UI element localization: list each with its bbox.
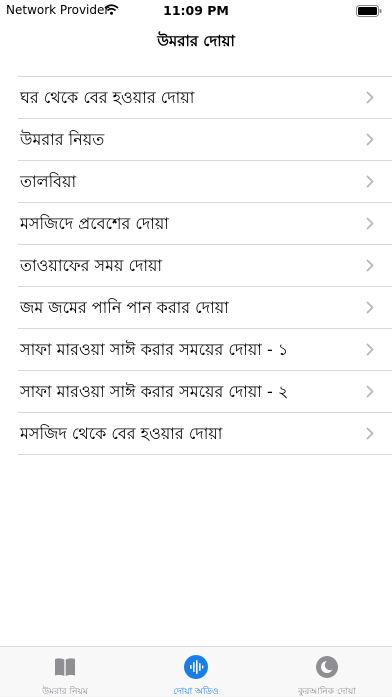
- dua-list: ঘর থেকে বের হওয়ার দোয়া উমরার নিয়ত তাল…: [18, 76, 392, 455]
- crescent-moon-icon: [316, 656, 338, 678]
- chevron-right-icon: [366, 175, 374, 188]
- list-item-label: সাফা মারওয়া সাঈ করার সময়ের দোয়া - ১: [20, 340, 289, 359]
- list-item-label: মসজিদে প্রবেশের দোয়া: [20, 214, 169, 233]
- chevron-right-icon: [366, 133, 374, 146]
- tab-dua-audio[interactable]: দোয়া অডিও: [131, 647, 261, 697]
- status-bar: Network Provider 11:09 PM: [0, 0, 392, 22]
- list-item[interactable]: মসজিদে প্রবেশের দোয়া: [18, 203, 392, 245]
- tab-bar: উমরার নিয়ম দোয়া অডিও কুরআনিক দোয়া: [0, 646, 392, 697]
- chevron-right-icon: [366, 91, 374, 104]
- list-item[interactable]: জম জমের পানি পান করার দোয়া: [18, 287, 392, 329]
- chevron-right-icon: [366, 427, 374, 440]
- battery-icon: [356, 5, 382, 17]
- chevron-right-icon: [366, 259, 374, 272]
- list-item-label: তালবিয়া: [20, 172, 77, 191]
- list-item-label: জম জমের পানি পান করার দোয়া: [20, 298, 229, 317]
- audio-wave-icon: [184, 655, 208, 679]
- tab-quranic-dua[interactable]: কুরআনিক দোয়া: [262, 647, 392, 697]
- chevron-right-icon: [366, 301, 374, 314]
- list-item-label: মসজিদ থেকে বের হওয়ার দোয়া: [20, 424, 223, 443]
- list-item[interactable]: সাফা মারওয়া সাঈ করার সময়ের দোয়া - ১: [18, 329, 392, 371]
- chevron-right-icon: [366, 217, 374, 230]
- list-item-label: সাফা মারওয়া সাঈ করার সময়ের দোয়া - ২: [20, 382, 289, 401]
- page-title: উমরার দোয়া: [157, 32, 235, 50]
- list-item[interactable]: মসজিদ থেকে বের হওয়ার দোয়া: [18, 413, 392, 455]
- chevron-right-icon: [366, 343, 374, 356]
- list-item-label: ঘর থেকে বের হওয়ার দোয়া: [20, 88, 195, 107]
- list-item[interactable]: তালবিয়া: [18, 161, 392, 203]
- chevron-right-icon: [366, 385, 374, 398]
- book-icon: [55, 658, 75, 676]
- list-item-label: তাওয়াফের সময় দোয়া: [20, 256, 163, 275]
- tab-label: দোয়া অডিও: [173, 687, 219, 697]
- tab-umrah-rules[interactable]: উমরার নিয়ম: [0, 647, 130, 697]
- status-time: 11:09 PM: [163, 3, 229, 18]
- tab-label: কুরআনিক দোয়া: [298, 687, 356, 697]
- list-item[interactable]: সাফা মারওয়া সাঈ করার সময়ের দোয়া - ২: [18, 371, 392, 413]
- list-item[interactable]: তাওয়াফের সময় দোয়া: [18, 245, 392, 287]
- list-item-label: উমরার নিয়ত: [20, 130, 105, 149]
- tab-label: উমরার নিয়ম: [42, 687, 88, 697]
- list-item[interactable]: ঘর থেকে বের হওয়ার দোয়া: [18, 77, 392, 119]
- list-item[interactable]: উমরার নিয়ত: [18, 119, 392, 161]
